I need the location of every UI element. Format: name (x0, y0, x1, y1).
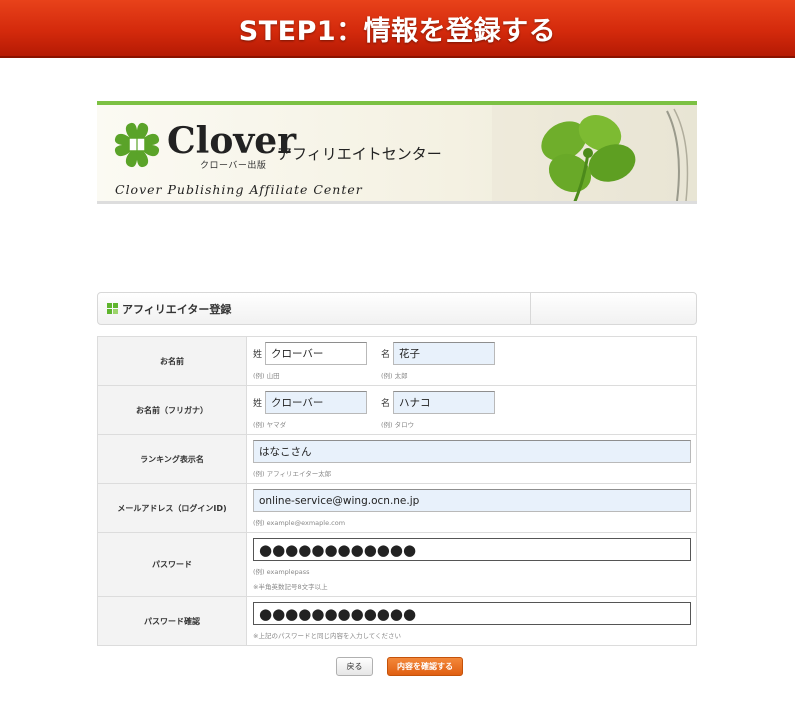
password-note: ※半角英数記号8文字以上 (253, 583, 328, 591)
step-banner: STEP1：情報を登録する (0, 0, 795, 58)
header-banner: Clover クローバー出版 アフィリエイトセンター Clover Publis… (97, 101, 697, 204)
name-label: お名前 (97, 336, 247, 386)
email-label: メールアドレス（ログインID) (97, 483, 247, 533)
password-input[interactable]: ●●●●●●●●●●●● (253, 538, 691, 561)
last-kana-prefix: 姓 (253, 399, 263, 409)
logo-subtitle: クローバー出版 (200, 161, 267, 171)
confirm-button[interactable]: 内容を確認する (387, 657, 463, 676)
first-kana-hint: (例) タロウ (381, 421, 415, 429)
ranking-hint: (例) アフィリエイター太郎 (253, 470, 332, 478)
password-confirm-label: パスワード確認 (97, 596, 247, 646)
header-tagline: アフィリエイトセンター (277, 145, 442, 163)
header-english-name: Clover Publishing Affiliate Center (115, 182, 363, 197)
ranking-label: ランキング表示名 (97, 434, 247, 484)
password-confirm-input[interactable]: ●●●●●●●●●●●● (253, 602, 691, 625)
email-input[interactable]: online-service@wing.ocn.ne.jp (253, 489, 691, 512)
button-row: 戻る 内容を確認する (0, 657, 795, 677)
first-kana-prefix: 名 (381, 399, 391, 409)
last-name-input[interactable]: クローバー (265, 342, 367, 365)
first-name-hint: (例) 太郎 (381, 372, 408, 380)
password-confirm-note: ※上記のパスワードと同じ内容を入力してください (253, 632, 402, 640)
registration-form: お名前 姓 クローバー (例) 山田 名 花子 (例) 太郎 お名前（フリガナ）… (97, 336, 697, 646)
last-name-prefix: 姓 (253, 350, 263, 360)
last-name-hint: (例) 山田 (253, 372, 280, 380)
last-kana-hint: (例) ヤマダ (253, 421, 287, 429)
kana-label: お名前（フリガナ） (97, 385, 247, 435)
four-leaf-clover-image (492, 105, 697, 204)
email-hint: (例) example@exmaple.com (253, 519, 346, 527)
step-title: STEP1：情報を登録する (238, 15, 557, 47)
ranking-name-input[interactable]: はなこさん (253, 440, 691, 463)
form-row-name: お名前 姓 クローバー (例) 山田 名 花子 (例) 太郎 (97, 336, 697, 386)
section-title: アフィリエイター登録 (122, 302, 232, 316)
form-row-password: パスワード ●●●●●●●●●●●● (例) examplepass ※半角英数… (97, 532, 697, 597)
clover-logo-icon (114, 122, 160, 168)
back-button[interactable]: 戻る (336, 657, 373, 676)
form-row-password-confirm: パスワード確認 ●●●●●●●●●●●● ※上記のパスワードと同じ内容を入力して… (97, 596, 697, 646)
password-hint: (例) examplepass (253, 568, 310, 576)
green-squares-icon (107, 302, 119, 315)
first-name-prefix: 名 (381, 350, 391, 360)
password-label: パスワード (97, 532, 247, 597)
header-bottom-shadow (97, 201, 697, 204)
section-header: アフィリエイター登録 (97, 292, 697, 325)
first-kana-input[interactable]: ハナコ (393, 391, 495, 414)
section-tab: アフィリエイター登録 (98, 293, 531, 324)
form-row-kana: お名前（フリガナ） 姓 クローバー (例) ヤマダ 名 ハナコ (例) タロウ (97, 385, 697, 435)
form-row-ranking: ランキング表示名 はなこさん (例) アフィリエイター太郎 (97, 434, 697, 484)
form-row-email: メールアドレス（ログインID) online-service@wing.ocn.… (97, 483, 697, 533)
first-name-input[interactable]: 花子 (393, 342, 495, 365)
last-kana-input[interactable]: クローバー (265, 391, 367, 414)
